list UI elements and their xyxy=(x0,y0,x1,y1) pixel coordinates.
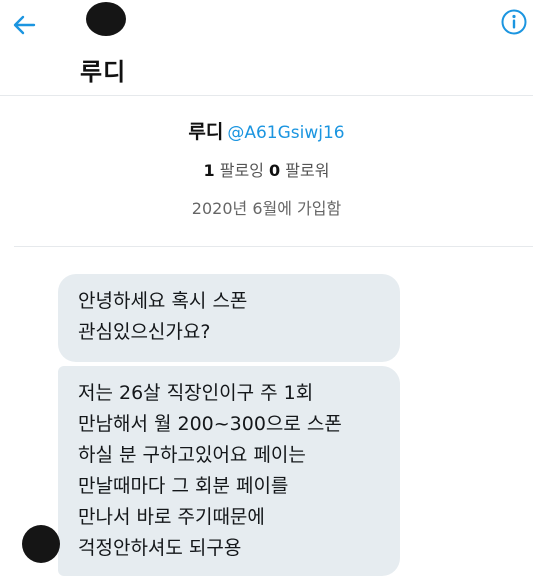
info-button[interactable] xyxy=(500,8,528,36)
sender-avatar[interactable] xyxy=(22,525,60,563)
back-button[interactable] xyxy=(8,8,42,42)
profile-name-line: 루디 @A61Gsiwj16 xyxy=(0,118,533,147)
followers-stat[interactable]: 0 팔로워 xyxy=(269,161,329,180)
header-divider xyxy=(0,95,533,96)
conversation-title: 루디 xyxy=(80,58,127,86)
message-bubble[interactable]: 저는 26살 직장인이구 주 1회 만남해서 월 200~300으로 스폰 하실… xyxy=(58,366,400,576)
message-line: 만날때마다 그 회분 페이를 xyxy=(78,475,289,497)
message-line: 안녕하세요 혹시 스폰 xyxy=(78,290,248,312)
followers-label: 팔로워 xyxy=(285,161,330,180)
message-line: 관심있으신가요? xyxy=(78,321,211,343)
profile-handle[interactable]: @A61Gsiwj16 xyxy=(227,123,344,143)
followers-count: 0 xyxy=(269,161,281,180)
arrow-left-icon xyxy=(13,15,36,35)
message-line: 만나서 바로 주기때문에 xyxy=(78,506,265,528)
profile-name: 루디 xyxy=(188,121,224,143)
follow-stats: 1 팔로잉 0 팔로워 xyxy=(0,159,533,183)
info-circle-icon xyxy=(501,9,527,35)
following-label: 팔로잉 xyxy=(219,161,264,180)
message-line: 저는 26살 직장인이구 주 1회 xyxy=(78,382,314,404)
profile-summary: 루디 @A61Gsiwj16 1 팔로잉 0 팔로워 2020년 6월에 가입함 xyxy=(0,118,533,221)
conversation-header: 루디 xyxy=(0,0,533,95)
message-bubble[interactable]: 안녕하세요 혹시 스폰 관심있으신가요? xyxy=(58,274,400,362)
following-count: 1 xyxy=(203,161,215,180)
profile-divider xyxy=(14,246,533,247)
message-line: 하실 분 구하고있어요 페이는 xyxy=(78,444,306,466)
message-line: 걱정안하셔도 되구용 xyxy=(78,537,242,559)
following-stat[interactable]: 1 팔로잉 xyxy=(204,161,264,180)
header-avatar[interactable] xyxy=(86,2,126,36)
message-line: 만남해서 월 200~300으로 스폰 xyxy=(78,413,342,435)
joined-date: 2020년 6월에 가입함 xyxy=(191,199,342,218)
